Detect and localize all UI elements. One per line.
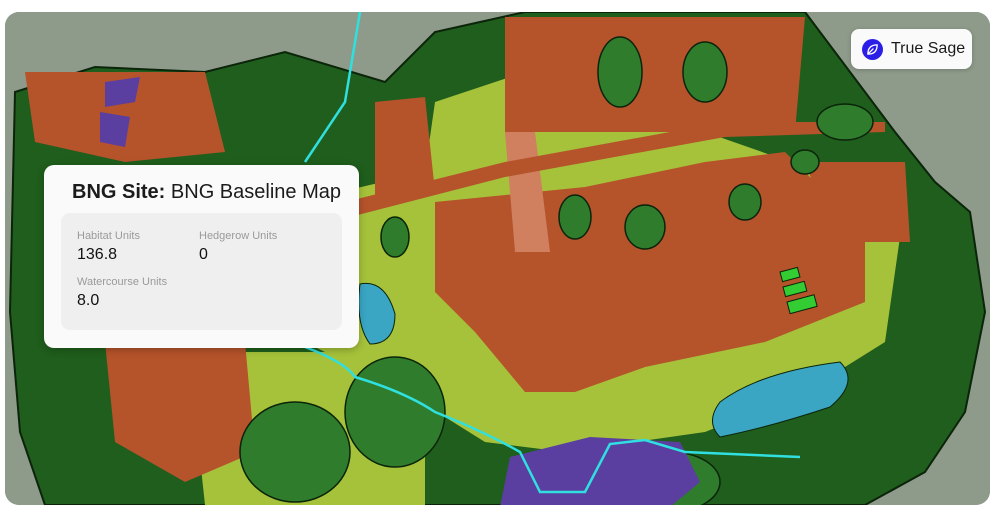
stat-value: 136.8 [77, 246, 118, 263]
building-area [505, 17, 805, 132]
stat-hedgerow-units: Hedgerow Units 0 [199, 230, 277, 264]
stat-label: Watercourse Units [77, 276, 168, 288]
stat-label: Hedgerow Units [199, 230, 278, 242]
stat-value: 8.0 [77, 292, 100, 309]
leaf-icon [862, 38, 883, 60]
stats-panel: Habitat Units 136.8 Hedgerow Units 0 Wat… [61, 213, 342, 330]
stat-label: Habitat Units [77, 230, 140, 242]
title-prefix: BNG Site: [72, 181, 166, 203]
stat-watercourse-units: Watercourse Units 8.0 [77, 276, 167, 310]
site-summary-card: BNG Site: BNG Baseline Map Habitat Units… [44, 165, 359, 348]
title-text: BNG Baseline Map [170, 181, 341, 203]
stat-habitat-units: Habitat Units 136.8 [77, 230, 140, 264]
card-title: BNG Site: BNG Baseline Map [72, 181, 341, 204]
stat-value: 0 [199, 246, 208, 263]
brand-name: True Sage [891, 40, 966, 57]
brand-badge[interactable]: True Sage [851, 29, 972, 69]
